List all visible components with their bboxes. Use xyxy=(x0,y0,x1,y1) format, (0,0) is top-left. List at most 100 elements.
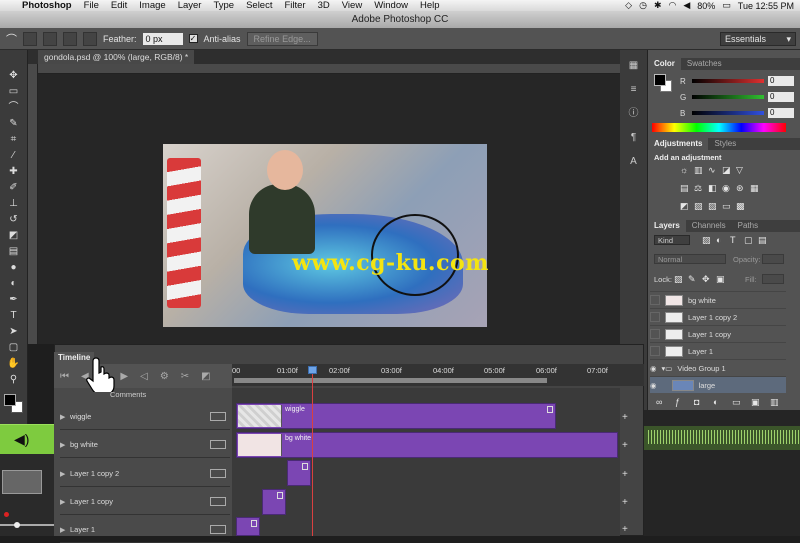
split-icon[interactable]: ✂ xyxy=(181,371,189,382)
blend-mode-select[interactable]: Normal xyxy=(654,254,726,264)
slider-g-bar[interactable] xyxy=(692,95,764,99)
volume-icon[interactable]: ◀ xyxy=(683,0,690,11)
film-icon[interactable] xyxy=(210,469,226,478)
brightness-icon[interactable]: ☼ xyxy=(680,166,689,175)
brush-tool-icon[interactable]: ✐ xyxy=(7,182,21,194)
scrub-slider[interactable] xyxy=(0,522,54,528)
visibility-icon[interactable] xyxy=(650,329,660,339)
tab-swatches[interactable]: Swatches xyxy=(681,58,728,70)
tab-adjustments[interactable]: Adjustments xyxy=(648,138,709,150)
menu-image[interactable]: Image xyxy=(133,0,171,11)
new-layer-icon[interactable]: ▣ xyxy=(751,398,760,407)
filter-pixel-icon[interactable]: ▨ xyxy=(702,236,711,245)
healing-tool-icon[interactable]: ✚ xyxy=(7,166,21,178)
eye-icon[interactable]: ◉ xyxy=(650,364,657,373)
eye-icon[interactable]: ◉ xyxy=(650,381,657,390)
menu-app[interactable]: Photoshop xyxy=(16,0,78,11)
vibrance-icon[interactable]: ▽ xyxy=(736,166,745,175)
menu-help[interactable]: Help xyxy=(414,0,446,11)
add-media-icon[interactable]: + xyxy=(622,440,632,451)
properties-icon[interactable]: ≡ xyxy=(627,84,641,96)
dodge-tool-icon[interactable]: ◐ xyxy=(7,278,21,290)
film-icon[interactable] xyxy=(210,412,226,421)
opacity-field[interactable] xyxy=(762,254,784,264)
work-area-bar[interactable] xyxy=(234,378,547,383)
dropbox-icon[interactable]: ◇ xyxy=(625,0,632,11)
hue-icon[interactable]: ▤ xyxy=(680,184,689,193)
antialias-checkbox[interactable]: ✓ xyxy=(188,34,198,43)
slider-r[interactable]: R 0 xyxy=(680,76,798,86)
invert-icon[interactable]: ◩ xyxy=(680,202,689,211)
curves-icon[interactable]: ∿ xyxy=(708,166,717,175)
fx-icon[interactable]: ƒ xyxy=(675,398,684,407)
audio-button[interactable]: ◀) xyxy=(0,424,54,454)
lock-position-icon[interactable]: ✥ xyxy=(702,275,711,284)
lasso-tool-icon[interactable]: ⌒ xyxy=(7,102,21,114)
color-panel-swatch[interactable] xyxy=(654,74,674,94)
lock-all-icon[interactable]: ▣ xyxy=(716,275,725,284)
workspace-select[interactable]: Essentials ▾ xyxy=(720,31,796,46)
visibility-icon[interactable] xyxy=(650,295,660,305)
battery-percent[interactable]: 80% xyxy=(697,1,715,11)
expand-icon[interactable]: ▶ xyxy=(60,526,70,534)
filter-shape-icon[interactable]: ▢ xyxy=(744,236,753,245)
playhead-handle[interactable] xyxy=(308,366,317,374)
color-spectrum[interactable] xyxy=(652,123,786,132)
selective-color-icon[interactable]: ▩ xyxy=(736,202,745,211)
track-row[interactable]: ▶ Layer 1 copy 2 xyxy=(60,461,230,487)
lasso-icon[interactable]: ⌒ xyxy=(6,31,17,47)
wifi-icon[interactable]: ◠ xyxy=(668,0,676,11)
menu-file[interactable]: File xyxy=(78,0,105,11)
track-row[interactable]: ▶ bg white xyxy=(60,432,230,458)
clip-end-icon[interactable] xyxy=(277,492,283,499)
audio-icon[interactable]: ◁ xyxy=(140,371,148,382)
expand-icon[interactable]: ▶ xyxy=(60,498,70,506)
history-brush-icon[interactable]: ↺ xyxy=(7,214,21,226)
menu-layer[interactable]: Layer xyxy=(172,0,208,11)
tab-layers[interactable]: Layers xyxy=(648,220,686,232)
expand-icon[interactable]: ▶ xyxy=(60,441,70,449)
clip-short[interactable] xyxy=(287,460,311,486)
slider-b-bar[interactable] xyxy=(692,111,764,115)
foreground-color-swatch[interactable] xyxy=(3,394,16,406)
path-select-tool-icon[interactable]: ➤ xyxy=(7,326,21,338)
track-row[interactable]: ▶ Layer 1 xyxy=(60,517,230,543)
posterize-icon[interactable]: ▨ xyxy=(694,202,703,211)
slider-b-value[interactable]: 0 xyxy=(768,108,794,118)
stamp-tool-icon[interactable]: ⊥ xyxy=(7,198,21,210)
character-icon[interactable]: A xyxy=(627,156,641,168)
clip-wiggle[interactable]: wiggle xyxy=(236,403,556,429)
slider-knob[interactable] xyxy=(14,522,20,528)
info-icon[interactable]: ⓘ xyxy=(627,108,641,120)
video-thumbnail[interactable] xyxy=(2,470,42,494)
fill-field[interactable] xyxy=(762,274,784,284)
layer-row[interactable]: Layer 1 copy 2 xyxy=(650,308,786,325)
expand-icon[interactable]: ▶ xyxy=(60,413,70,421)
lookup-icon[interactable]: ▦ xyxy=(750,184,759,193)
clip-end-icon[interactable] xyxy=(302,463,308,470)
gradient-tool-icon[interactable]: ▤ xyxy=(7,246,21,258)
visibility-icon[interactable] xyxy=(650,346,660,356)
lock-transparency-icon[interactable]: ▨ xyxy=(674,275,683,284)
marquee-tool-icon[interactable]: ▭ xyxy=(7,86,21,98)
tab-color[interactable]: Color xyxy=(648,58,681,70)
slider-b[interactable]: B 0 xyxy=(680,108,798,118)
move-tool-icon[interactable]: ✥ xyxy=(7,70,21,82)
first-frame-icon[interactable]: ⏮ xyxy=(60,371,69,382)
link-icon[interactable]: ∞ xyxy=(656,398,665,407)
mixer-icon[interactable]: ⊛ xyxy=(736,184,745,193)
lock-pixels-icon[interactable]: ✎ xyxy=(688,275,697,284)
menu-view[interactable]: View xyxy=(336,0,368,11)
color-swatches[interactable] xyxy=(3,394,24,414)
film-icon[interactable] xyxy=(210,497,226,506)
document-image[interactable] xyxy=(163,144,487,327)
quick-select-tool-icon[interactable]: ✎ xyxy=(7,118,21,130)
menu-type[interactable]: Type xyxy=(207,0,240,11)
tab-styles[interactable]: Styles xyxy=(708,138,742,150)
clip-end-icon[interactable] xyxy=(547,406,553,413)
eraser-tool-icon[interactable]: ◩ xyxy=(7,230,21,242)
clip-short[interactable] xyxy=(262,489,286,515)
mask-icon[interactable]: ◘ xyxy=(694,398,703,407)
slider-r-bar[interactable] xyxy=(692,79,764,83)
add-media-icon[interactable]: + xyxy=(622,412,632,423)
